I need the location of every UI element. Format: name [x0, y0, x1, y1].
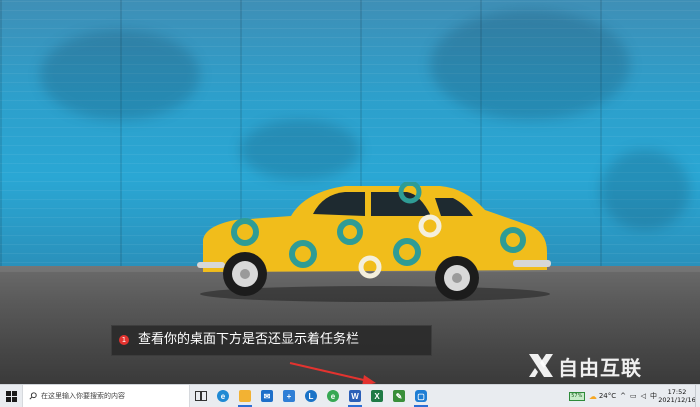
- app-blue-icon: ▢: [415, 390, 427, 402]
- windows-logo-icon: [5, 390, 17, 402]
- app-button[interactable]: L: [300, 385, 322, 407]
- chevron-up-icon: ^: [620, 392, 626, 400]
- search-icon: [29, 392, 37, 400]
- notes-icon: ✎: [393, 390, 405, 402]
- mail-button[interactable]: ✉: [256, 385, 278, 407]
- watermark-logo-icon: [529, 354, 553, 377]
- store-button[interactable]: +: [278, 385, 300, 407]
- browser-icon: e: [327, 390, 339, 402]
- mail-icon: ✉: [261, 390, 273, 402]
- word-icon: W: [349, 390, 361, 402]
- battery-indicator[interactable]: 57%: [567, 385, 587, 407]
- instruction-text: 查看你的桌面下方是否还显示着任务栏: [138, 332, 360, 347]
- weather-icon: ☁: [588, 391, 597, 401]
- excel-icon: X: [371, 390, 383, 402]
- weather-indicator[interactable]: ☁ 24°C: [587, 385, 618, 407]
- battery-icon: 57%: [568, 391, 585, 401]
- instruction-banner: 1 查看你的桌面下方是否还显示着任务栏: [111, 325, 432, 356]
- taskbar-clock[interactable]: 17:52 2021/12/16: [658, 385, 696, 407]
- volume-icon: ◁: [640, 392, 646, 400]
- clock-time: 17:52: [667, 388, 687, 396]
- start-button[interactable]: [0, 385, 22, 407]
- file-explorer-button[interactable]: [234, 385, 256, 407]
- browser-button[interactable]: e: [322, 385, 344, 407]
- task-view-button[interactable]: [190, 385, 212, 407]
- notes-button[interactable]: ✎: [388, 385, 410, 407]
- store-icon: +: [283, 390, 295, 402]
- excel-button[interactable]: X: [366, 385, 388, 407]
- temperature-label: 24°C: [598, 392, 617, 400]
- network-button[interactable]: ▭: [628, 385, 639, 407]
- file-explorer-icon: [239, 390, 251, 402]
- taskbar-search-box[interactable]: 在这里输入你要搜索的内容: [22, 385, 190, 407]
- task-view-icon: [195, 391, 207, 401]
- yellow-car-image: [197, 182, 551, 302]
- step-number-badge: 1: [119, 335, 129, 345]
- show-desktop-button[interactable]: [695, 385, 700, 407]
- network-icon: ▭: [629, 392, 637, 400]
- ime-label: 中: [650, 392, 657, 400]
- site-watermark: 自由互联: [520, 346, 700, 384]
- edge-button[interactable]: e: [212, 385, 234, 407]
- edge-icon: e: [217, 390, 229, 402]
- app-blue-button[interactable]: ▢: [410, 385, 432, 407]
- tray-overflow-button[interactable]: ^: [618, 385, 628, 407]
- word-button[interactable]: W: [344, 385, 366, 407]
- system-tray: 57% ☁ 24°C ^ ▭ ◁ 中 17:52 2021/12/16: [567, 385, 700, 407]
- volume-button[interactable]: ◁: [639, 385, 648, 407]
- taskbar: 在这里输入你要搜索的内容 e ✉ + L e W X ✎ ▢ 57% ☁ 24°…: [0, 384, 700, 407]
- search-placeholder: 在这里输入你要搜索的内容: [41, 392, 125, 400]
- clock-date: 2021/12/16: [658, 396, 696, 404]
- watermark-text: 自由互联: [558, 356, 642, 380]
- app-icon: L: [305, 390, 317, 402]
